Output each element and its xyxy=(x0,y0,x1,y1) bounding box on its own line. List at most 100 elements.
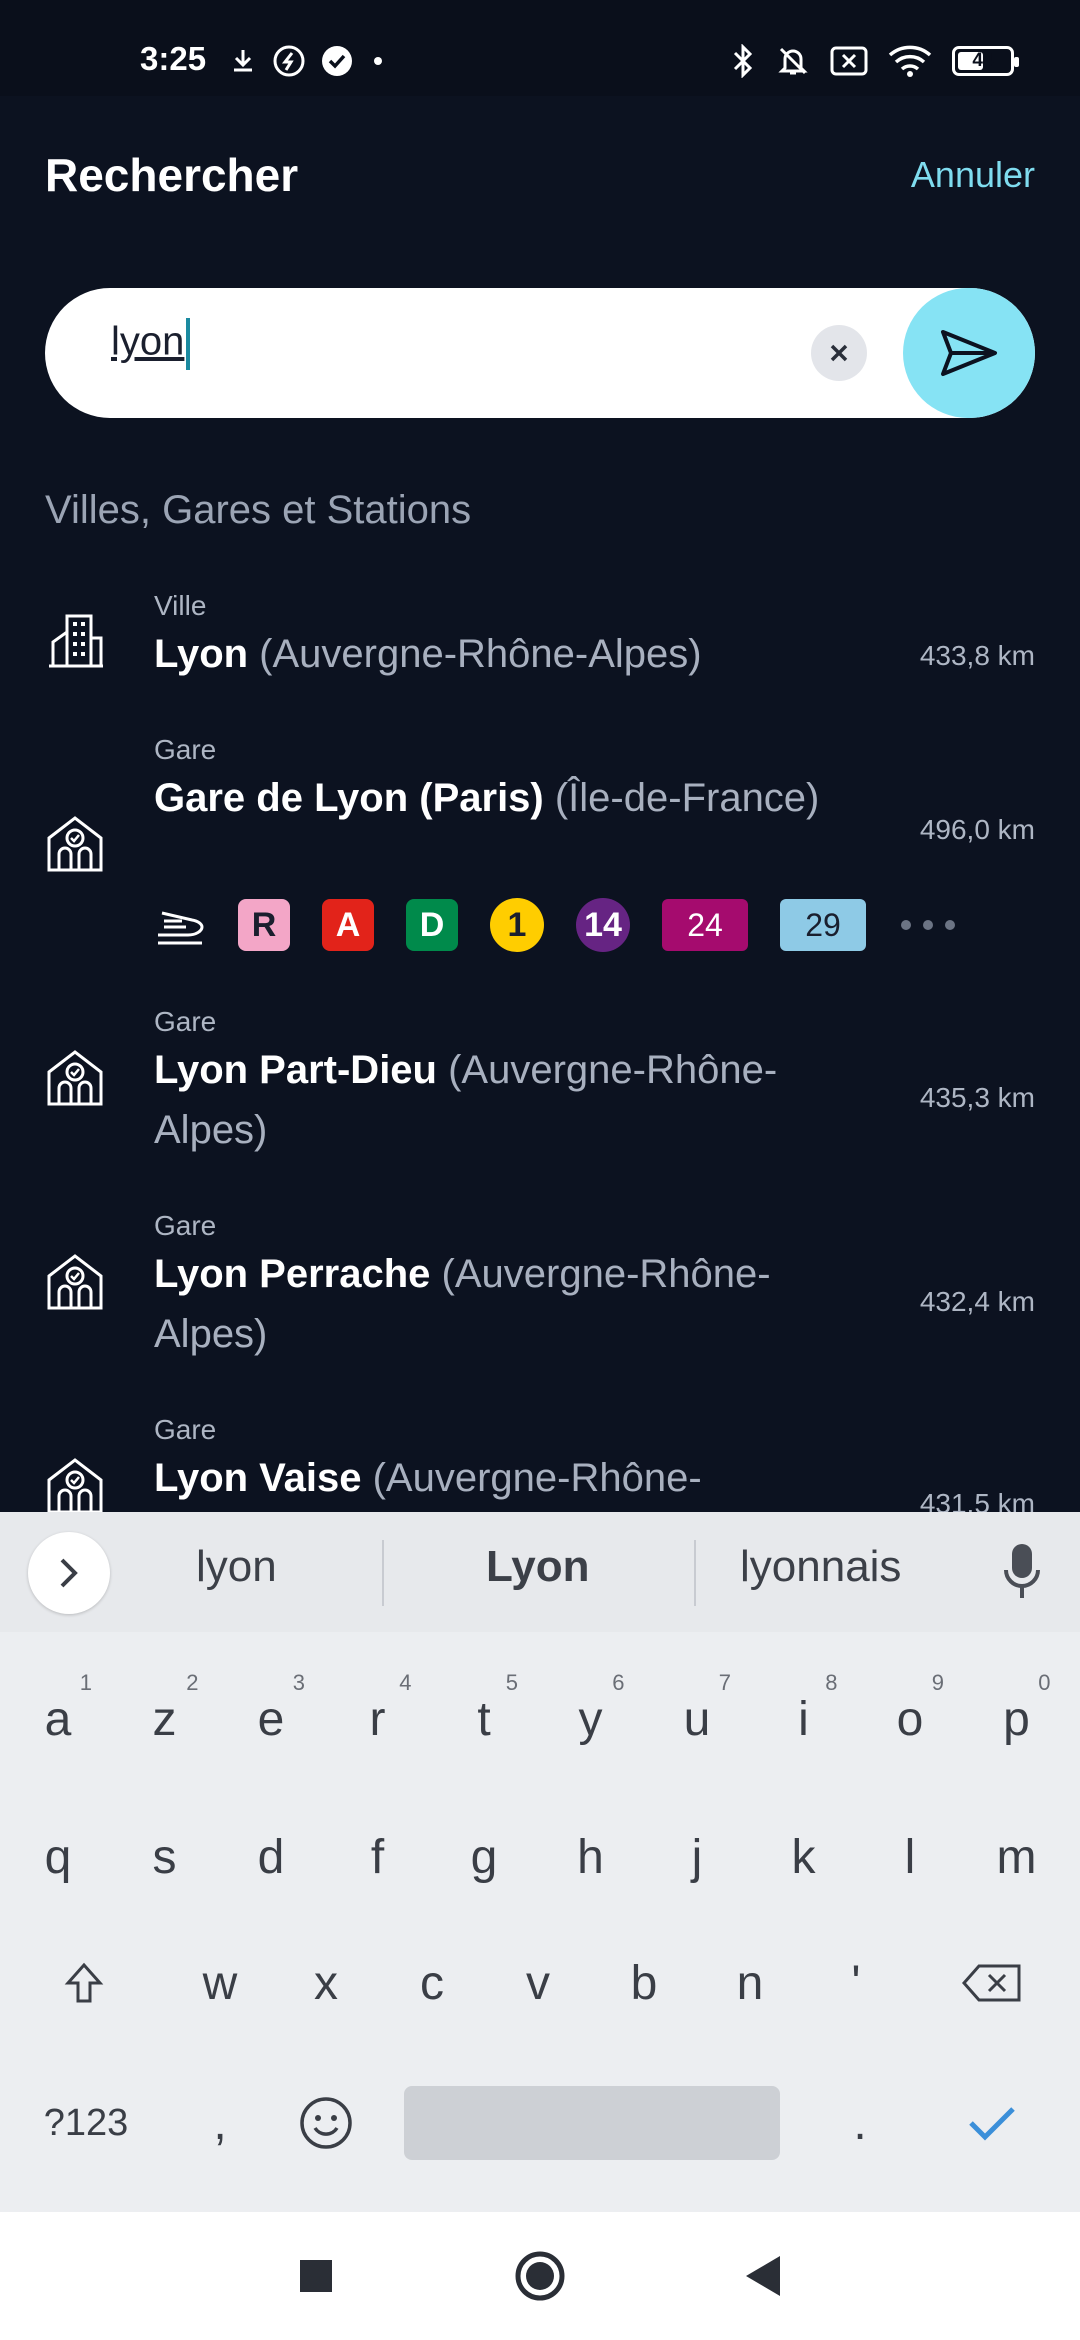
backspace-key[interactable] xyxy=(944,1928,1040,2038)
key-v[interactable]: v xyxy=(490,1928,586,2038)
clear-search-button[interactable] xyxy=(811,325,867,381)
battery-level: 44 xyxy=(972,50,994,71)
status-bar: 3:25 44 xyxy=(0,0,1080,96)
emoji-key[interactable] xyxy=(278,2068,374,2178)
status-right-icons: 44 xyxy=(730,44,1019,78)
key-j[interactable]: j xyxy=(649,1802,745,1912)
send-button[interactable] xyxy=(903,288,1035,418)
symbols-key[interactable]: ?123 xyxy=(36,2068,136,2178)
key-k[interactable]: k xyxy=(756,1802,852,1912)
chevron-right-icon xyxy=(60,1558,78,1588)
search-input[interactable]: lyon xyxy=(111,318,191,370)
result-item-lyon-vaise[interactable]: Gare Lyon Vaise (Auvergne-Rhône- 431,5 k… xyxy=(0,1408,1080,1512)
result-type: Gare xyxy=(154,1414,217,1445)
key-x[interactable]: x xyxy=(278,1928,374,2038)
result-name: Lyon Vaise (Auvergne-Rhône- xyxy=(154,1456,702,1500)
suggestion-expand-button[interactable] xyxy=(28,1532,110,1614)
result-distance: 496,0 km xyxy=(919,814,1035,845)
more-dots-icon xyxy=(901,920,955,930)
cancel-button[interactable]: Annuler xyxy=(911,154,1035,196)
key-h[interactable]: h xyxy=(543,1802,639,1912)
key-r[interactable]: r4 xyxy=(330,1664,426,1774)
line-badge-metro-1: 1 xyxy=(490,898,544,952)
result-type: Gare xyxy=(154,1006,217,1037)
suggestion-bar: lyon Lyon lyonnais xyxy=(0,1512,1080,1632)
tgv-train-icon xyxy=(158,911,204,945)
battery-icon: 44 xyxy=(952,46,1019,76)
space-key[interactable] xyxy=(404,2086,780,2160)
period-key[interactable]: . xyxy=(812,2068,908,2178)
bell-off-icon xyxy=(778,47,808,75)
result-name: Lyon Perrache (Auvergne-Rhône-Alpes) xyxy=(154,1252,771,1356)
key-s[interactable]: s xyxy=(117,1802,213,1912)
key-g[interactable]: g xyxy=(436,1802,532,1912)
recents-button[interactable] xyxy=(296,2246,336,2306)
result-item-lyon[interactable]: Ville Lyon (Auvergne-Rhône-Alpes) 433,8 … xyxy=(0,580,1080,700)
key-i[interactable]: i8 xyxy=(756,1664,852,1774)
header: Rechercher Annuler xyxy=(0,96,1080,256)
key-u[interactable]: u7 xyxy=(649,1664,745,1774)
send-icon xyxy=(941,330,997,376)
line-badge-bus-24: 24 xyxy=(662,899,748,951)
result-distance: 431,5 km xyxy=(919,1488,1035,1512)
result-name: Lyon (Auvergne-Rhône-Alpes) xyxy=(154,632,702,676)
key-f[interactable]: f xyxy=(330,1802,426,1912)
key-c[interactable]: c xyxy=(384,1928,480,2038)
close-icon xyxy=(830,344,848,362)
key-n[interactable]: n xyxy=(702,1928,798,2038)
back-button[interactable] xyxy=(740,2246,784,2306)
result-item-lyon-perrache[interactable]: Gare Lyon Perrache (Auvergne-Rhône-Alpes… xyxy=(0,1204,1080,1384)
comma-key[interactable]: , xyxy=(172,2068,268,2178)
microphone-icon[interactable] xyxy=(1002,1542,1042,1602)
station-icon xyxy=(47,1254,103,1310)
key-e[interactable]: e3 xyxy=(223,1664,319,1774)
check-circle-icon xyxy=(322,46,352,76)
key-apostrophe[interactable]: ' xyxy=(808,1928,904,2038)
key-p[interactable]: p0 xyxy=(969,1664,1065,1774)
key-l[interactable]: l xyxy=(862,1802,958,1912)
station-icon xyxy=(47,1050,103,1106)
wifi-icon xyxy=(888,45,932,77)
result-item-gare-de-lyon[interactable]: Gare Gare de Lyon (Paris) (Île-de-France… xyxy=(0,726,1080,966)
key-z[interactable]: z2 xyxy=(117,1664,213,1774)
result-item-lyon-part-dieu[interactable]: Gare Lyon Part-Dieu (Auvergne-Rhône-Alpe… xyxy=(0,1000,1080,1180)
line-badge-bus-29: 29 xyxy=(780,899,866,951)
key-m[interactable]: m xyxy=(969,1802,1065,1912)
result-name: Lyon Part-Dieu (Auvergne-Rhône-Alpes) xyxy=(154,1048,778,1152)
emoji-icon xyxy=(300,2097,352,2149)
enter-key[interactable] xyxy=(944,2068,1040,2178)
station-icon xyxy=(47,816,103,872)
city-icon xyxy=(49,614,103,668)
key-a[interactable]: a1 xyxy=(10,1664,106,1774)
key-w[interactable]: w xyxy=(172,1928,268,2038)
search-input-value: lyon xyxy=(111,319,185,364)
suggestion-item[interactable]: lyon xyxy=(196,1542,277,1592)
key-d[interactable]: d xyxy=(223,1802,319,1912)
download-icon xyxy=(234,50,252,72)
keyboard: lyon Lyon lyonnais ?123 , . a1z2e3r4t5y6… xyxy=(0,1512,1080,2212)
backspace-icon xyxy=(961,1964,1021,2002)
suggestion-item[interactable]: lyonnais xyxy=(740,1542,901,1592)
key-o[interactable]: o9 xyxy=(862,1664,958,1774)
line-badge-rer-a: A xyxy=(322,899,374,951)
section-title: Villes, Gares et Stations xyxy=(45,488,472,532)
home-button[interactable] xyxy=(510,2246,570,2306)
result-type: Ville xyxy=(154,590,207,621)
shift-icon xyxy=(64,1962,104,2003)
checkmark-icon xyxy=(969,2107,1015,2141)
shift-key[interactable] xyxy=(36,1928,132,2038)
result-distance: 433,8 km xyxy=(919,640,1035,671)
search-bar: lyon xyxy=(45,288,1035,418)
page-title: Rechercher xyxy=(45,149,299,201)
key-b[interactable]: b xyxy=(596,1928,692,2038)
line-badge-rer-d: D xyxy=(406,899,458,951)
key-y[interactable]: y6 xyxy=(543,1664,639,1774)
dot-icon xyxy=(374,57,382,65)
result-type: Gare xyxy=(154,1210,217,1241)
key-t[interactable]: t5 xyxy=(436,1664,532,1774)
key-q[interactable]: q xyxy=(10,1802,106,1912)
suggestion-item[interactable]: Lyon xyxy=(486,1542,589,1592)
status-left-icons xyxy=(228,44,388,78)
shazam-icon xyxy=(273,45,305,77)
line-badges: R A D 1 14 24 29 xyxy=(154,898,958,952)
